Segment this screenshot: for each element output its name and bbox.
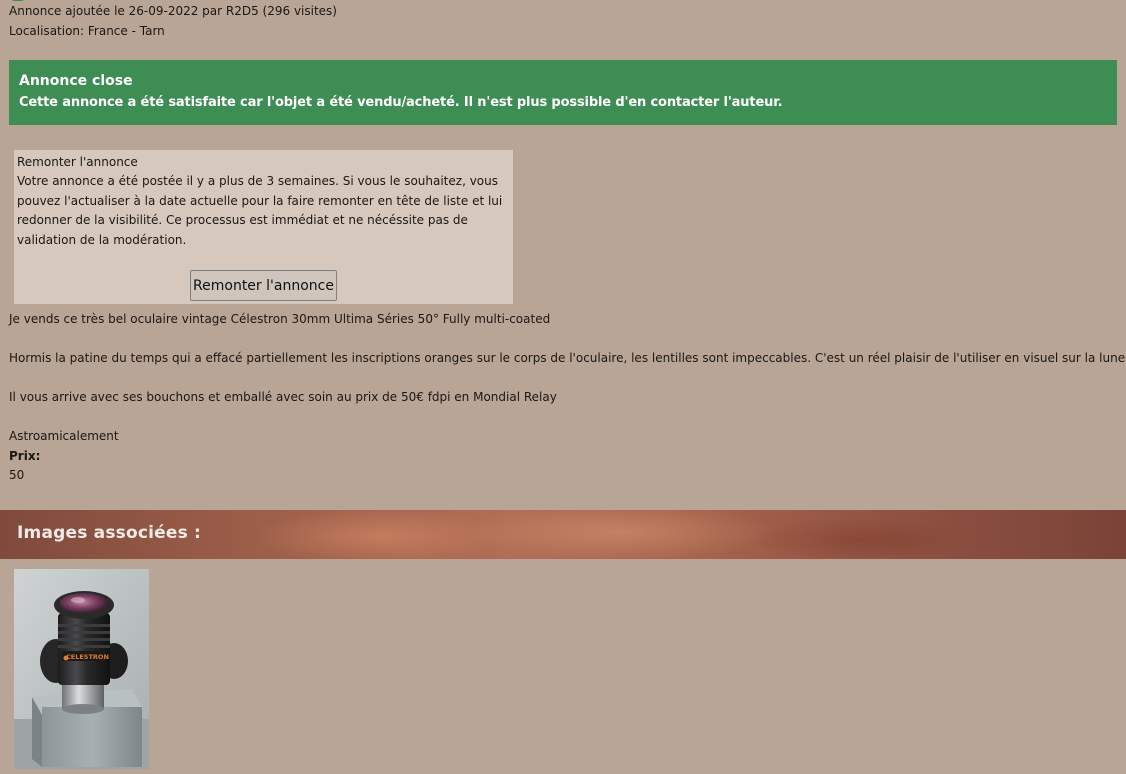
bump-listing-button[interactable]: Remonter l'annonce (190, 270, 337, 301)
price-value: 50 (9, 468, 25, 482)
listing-added-info: Annonce ajoutée le 26-09-2022 par R2D5 (… (9, 4, 337, 18)
description-line: Je vends ce très bel oculaire vintage Cé… (9, 312, 551, 326)
lens-brand-text: CELESTRON (66, 653, 109, 661)
listing-description: Je vends ce très bel oculaire vintage Cé… (9, 310, 1126, 486)
description-line: Il vous arrive avec ses bouchons et emba… (9, 390, 557, 404)
description-line: Astroamicalement (9, 429, 119, 443)
bump-panel-text: Votre annonce a été postée il y a plus d… (17, 174, 503, 247)
description-line: Hormis la patine du temps qui a effacé p… (9, 351, 1126, 365)
bump-panel-title: Remonter l'annonce (17, 155, 138, 169)
bump-listing-panel: Remonter l'annonce Votre annonce a été p… (14, 150, 513, 304)
images-section-title: Images associées : (17, 523, 202, 543)
price-label: Prix: (9, 448, 41, 463)
listing-location: Localisation: France - Tarn (9, 24, 165, 38)
images-section-header: Images associées : (0, 510, 1126, 559)
eyepiece-photo-thumbnail[interactable]: CELESTRON (14, 569, 149, 769)
closed-listing-banner: Annonce close Cette annonce a été satisf… (9, 60, 1117, 125)
closed-banner-message: Cette annonce a été satisfaite car l'obj… (19, 95, 783, 110)
closed-banner-title: Annonce close (19, 73, 133, 89)
